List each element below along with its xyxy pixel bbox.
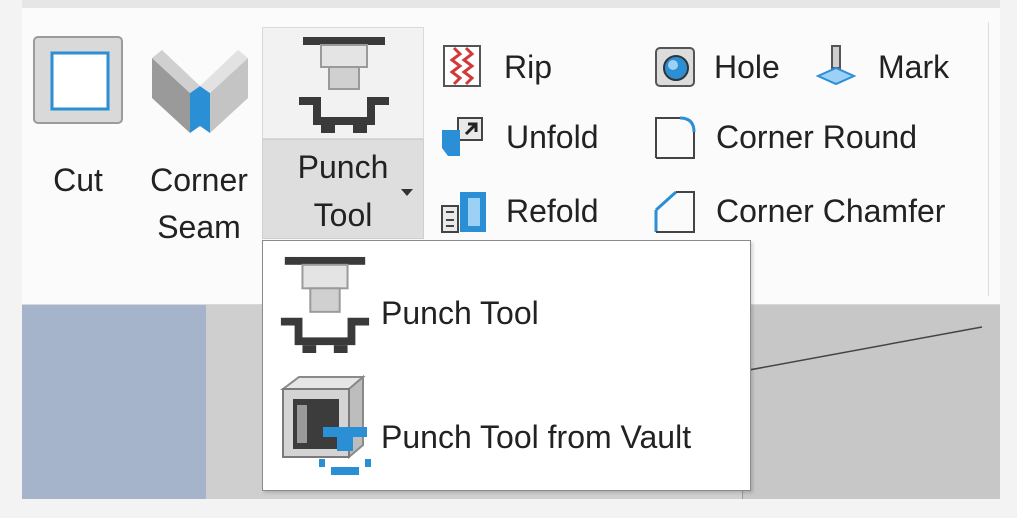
corner-chamfer-button[interactable]: Corner Chamfer [650,186,980,236]
menu-item-label: Punch Tool from Vault [381,419,692,455]
mark-label: Mark [878,49,950,85]
cut-button[interactable]: Cut [26,28,130,198]
refold-icon [441,192,486,233]
viewport-bottom-strip [22,499,1000,518]
punch-tool-dropdown-menu: Punch Tool Punch Tool from Vault [262,240,751,491]
corner-round-label: Corner Round [716,119,917,155]
viewport-edge-line [722,326,983,376]
punch-tool-icon [280,256,370,353]
punch-tool-vault-icon [280,375,371,475]
right-margin [1000,0,1017,518]
unfold-icon [442,117,483,156]
title-strip [0,0,1017,8]
corner-seam-icon [152,50,248,133]
left-margin [0,0,22,518]
corner-chamfer-label: Corner Chamfer [716,193,946,229]
mark-button[interactable]: Mark [812,42,972,92]
rip-button[interactable]: Rip [436,42,566,92]
menu-item-label: Punch Tool [381,295,539,331]
viewport-blue-face [22,305,206,518]
hole-icon [655,47,695,87]
mark-icon [815,45,857,86]
cut-label: Cut [53,162,103,198]
hole-label: Hole [714,49,780,85]
corner-seam-label-line1: Corner [150,162,248,198]
corner-seam-label-line2: Seam [157,209,241,245]
corner-round-button[interactable]: Corner Round [650,112,950,162]
chevron-down-icon [401,189,413,196]
refold-button[interactable]: Refold [436,186,626,236]
punch-tool-label-line2: Tool [313,197,373,233]
rip-icon [443,45,481,87]
punch-tool-label-line1: Punch [297,149,389,185]
menu-item-punch-tool[interactable]: Punch Tool [263,245,750,363]
unfold-label: Unfold [506,119,599,155]
ribbon-group-separator [988,22,989,296]
unfold-button[interactable]: Unfold [436,112,626,162]
corner-seam-button[interactable]: Corner Seam [140,28,258,244]
punch-tool-icon [299,37,389,133]
corner-round-icon [655,116,696,159]
corner-chamfer-icon [654,190,695,233]
hole-button[interactable]: Hole [650,42,800,92]
cut-icon [33,36,123,124]
refold-label: Refold [506,193,599,229]
menu-item-punch-tool-from-vault[interactable]: Punch Tool from Vault [263,367,750,485]
rip-label: Rip [504,49,553,85]
